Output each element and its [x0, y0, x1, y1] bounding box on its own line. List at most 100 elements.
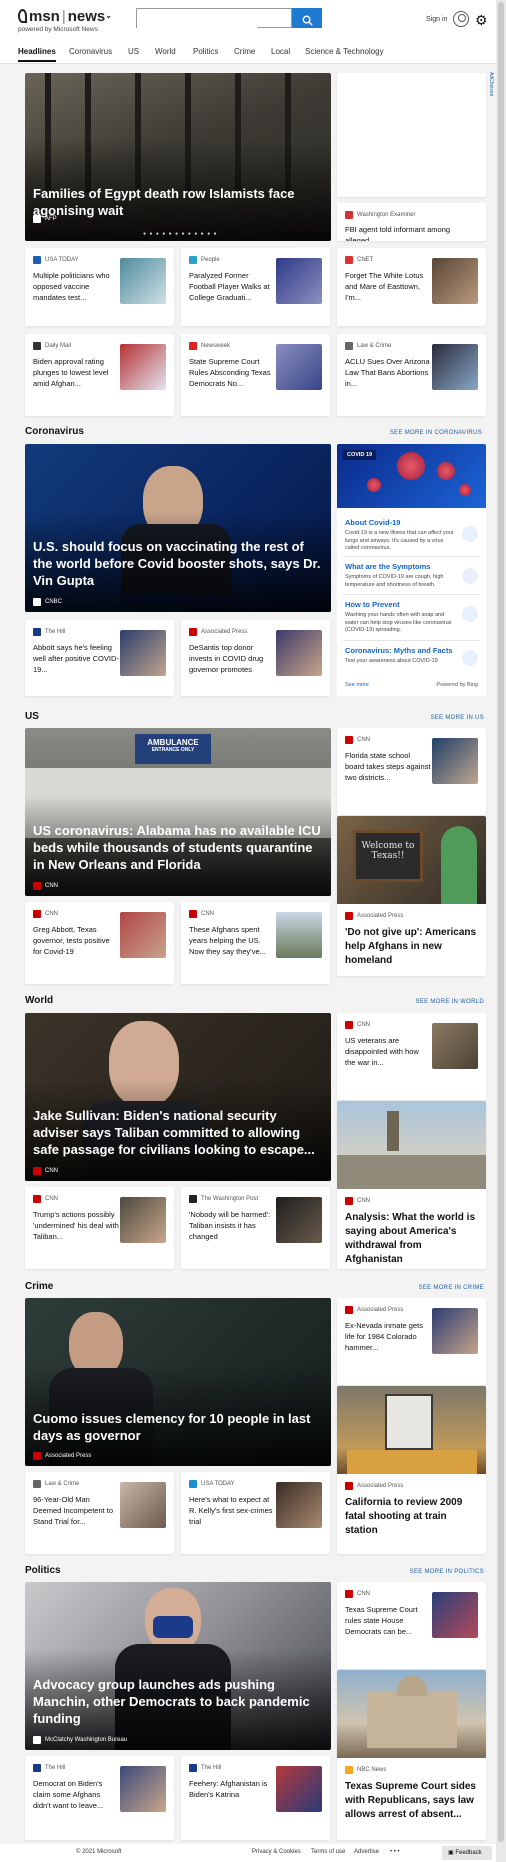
adchoices-label[interactable]: AdChoices — [488, 72, 494, 96]
hero-title[interactable]: Families of Egypt death row Islamists fa… — [33, 185, 321, 219]
section-title-coronavirus[interactable]: Coronavirus — [25, 426, 84, 437]
card-title[interactable]: Abbott says he's feeling well after posi… — [33, 642, 119, 675]
chevron-down-icon[interactable]: ⌄ — [105, 11, 112, 20]
advertise-link[interactable]: Advertise — [354, 1849, 379, 1855]
card-thumbnail[interactable] — [120, 1766, 166, 1812]
search-box[interactable] — [136, 8, 292, 28]
card-thumbnail[interactable] — [120, 258, 166, 304]
card-title[interactable]: Greg Abbott, Texas governor, tests posit… — [33, 924, 119, 957]
scrollbar[interactable] — [496, 0, 506, 1862]
tab-science-technology[interactable]: Science & Technology — [305, 47, 384, 56]
see-more-world[interactable]: SEE MORE IN WORLD — [416, 999, 484, 1005]
card-thumbnail[interactable] — [276, 1197, 322, 1243]
card-thumbnail[interactable] — [276, 912, 322, 958]
terms-link[interactable]: Terms of use — [311, 1849, 345, 1855]
tab-us[interactable]: US — [128, 47, 139, 56]
tall-news-card[interactable]: Welcome to Texas!! Associated Press 'Do … — [337, 816, 486, 976]
news-card[interactable]: CNN These Afghans spent years helping th… — [181, 902, 330, 984]
card-thumbnail[interactable] — [120, 630, 166, 676]
more-links-icon[interactable]: • • • — [390, 1849, 400, 1855]
covid-item-prevent[interactable]: How to Prevent Washing your hands often w… — [345, 600, 455, 635]
news-card[interactable]: People Paralyzed Former Football Player … — [181, 248, 330, 326]
news-card[interactable]: Associated Press DeSantis top donor inve… — [181, 620, 330, 696]
card-title[interactable]: These Afghans spent years helping the US… — [189, 924, 275, 957]
tab-headlines[interactable]: Headlines — [18, 47, 56, 62]
hero-title[interactable]: U.S. should focus on vaccinating the res… — [33, 538, 321, 589]
card-thumbnail[interactable] — [432, 1592, 478, 1638]
card-image[interactable] — [337, 1670, 486, 1758]
hero-coronavirus[interactable]: U.S. should focus on vaccinating the res… — [25, 444, 331, 612]
card-thumbnail[interactable] — [276, 258, 322, 304]
tab-coronavirus[interactable]: Coronavirus — [69, 47, 112, 56]
card-title[interactable]: Feehery: Afghanistan is Biden's Katrina — [189, 1778, 275, 1800]
card-title[interactable]: Paralyzed Former Football Player Walks a… — [189, 270, 275, 303]
card-thumbnail[interactable] — [276, 630, 322, 676]
news-card[interactable]: CNN US veterans are disappointed with ho… — [337, 1013, 486, 1100]
carousel-dots[interactable]: ● ● ● ● ● ● ● ● ● ● ● ● — [143, 231, 218, 237]
card-title[interactable]: Biden approval rating plunges to lowest … — [33, 356, 119, 389]
card-thumbnail[interactable] — [120, 1482, 166, 1528]
news-card[interactable]: The Hill Feehery: Afghanistan is Biden's… — [181, 1756, 330, 1840]
hero-us[interactable]: AMBULANCE ENTRANCE ONLY US coronavirus: A… — [25, 728, 331, 896]
card-title[interactable]: Forget The White Lotus and Mare of Eastt… — [345, 270, 431, 303]
side-card-headline[interactable]: Washington Examiner FBI agent told infor… — [337, 203, 486, 241]
card-thumbnail[interactable] — [432, 258, 478, 304]
sign-in-link[interactable]: Sign in — [426, 16, 447, 23]
hero-politics[interactable]: Advocacy group launches ads pushing Manc… — [25, 1582, 331, 1750]
card-title[interactable]: ACLU Sues Over Arizona Law That Bans Abo… — [345, 356, 431, 389]
card-title[interactable]: 'Do not give up': Americans help Afghans… — [345, 926, 478, 968]
feedback-button[interactable]: ▣ Feedback — [442, 1846, 492, 1860]
news-card[interactable]: CNN Greg Abbott, Texas governor, tests p… — [25, 902, 174, 984]
privacy-link[interactable]: Privacy & Cookies — [252, 1849, 301, 1855]
card-title[interactable]: US veterans are disappointed with how th… — [345, 1035, 431, 1068]
news-card[interactable]: CNN Texas Supreme Court rules state Hous… — [337, 1582, 486, 1669]
tab-crime[interactable]: Crime — [234, 47, 255, 56]
see-more-politics[interactable]: SEE MORE IN POLITICS — [410, 1569, 484, 1575]
hero-crime[interactable]: Cuomo issues clemency for 10 people in l… — [25, 1298, 331, 1466]
card-title[interactable]: Trump's actions possibly 'undermined' hi… — [33, 1209, 119, 1242]
news-card[interactable]: The Washington Post 'Nobody will be harm… — [181, 1187, 330, 1269]
news-card[interactable]: CNN Florida state school board takes ste… — [337, 728, 486, 815]
news-card[interactable]: USA TODAY Here's what to expect at R. Ke… — [181, 1472, 330, 1554]
news-card[interactable]: The Hill Abbott says he's feeling well a… — [25, 620, 174, 696]
covid-item-symptoms[interactable]: What are the Symptoms Symptoms of COVID-1… — [345, 562, 455, 589]
card-title[interactable]: Multiple politicians who opposed vaccine… — [33, 270, 119, 303]
hero-title[interactable]: Cuomo issues clemency for 10 people in l… — [33, 1410, 321, 1444]
news-card[interactable]: Daily Mail Biden approval rating plunges… — [25, 334, 174, 416]
card-title[interactable]: Texas Supreme Court sides with Republica… — [345, 1780, 478, 1822]
tall-news-card[interactable]: NBC News Texas Supreme Court sides with … — [337, 1670, 486, 1840]
card-thumbnail[interactable] — [432, 1308, 478, 1354]
news-card[interactable]: The Hill Democrat on Biden's claim some … — [25, 1756, 174, 1840]
avatar[interactable] — [453, 11, 469, 27]
hero-world[interactable]: Jake Sullivan: Biden's national security… — [25, 1013, 331, 1181]
see-more-crime[interactable]: SEE MORE IN CRIME — [419, 1285, 484, 1291]
tab-politics[interactable]: Politics — [193, 47, 218, 56]
scrollbar-thumb[interactable] — [498, 2, 504, 1842]
card-thumbnail[interactable] — [432, 344, 478, 390]
tab-world[interactable]: World — [155, 47, 176, 56]
card-title[interactable]: California to review 2009 fatal shooting… — [345, 1496, 478, 1538]
section-title-crime[interactable]: Crime — [25, 1281, 53, 1292]
search-input[interactable] — [137, 10, 257, 28]
news-card[interactable]: Law & Crime ACLU Sues Over Arizona Law T… — [337, 334, 486, 416]
card-thumbnail[interactable] — [276, 1766, 322, 1812]
section-title-us[interactable]: US — [25, 711, 39, 722]
card-thumbnail[interactable] — [432, 1023, 478, 1069]
card-image[interactable] — [337, 1386, 486, 1474]
card-title[interactable]: State Supreme Court Rules Absconding Tex… — [189, 356, 275, 389]
card-title[interactable]: Texas Supreme Court rules state House De… — [345, 1604, 431, 1637]
card-title[interactable]: FBI agent told informant among alleged..… — [345, 224, 480, 241]
tab-local[interactable]: Local — [271, 47, 290, 56]
msn-logo[interactable]: msn | news⌄ — [18, 8, 112, 25]
card-title[interactable]: Here's what to expect at R. Kelly's firs… — [189, 1494, 275, 1527]
card-title[interactable]: 'Nobody will be harmed': Taliban insists… — [189, 1209, 275, 1242]
card-title[interactable]: DeSantis top donor invests in COVID drug… — [189, 642, 275, 675]
news-card[interactable]: Newsweek State Supreme Court Rules Absco… — [181, 334, 330, 416]
card-title[interactable]: Analysis: What the world is saying about… — [345, 1211, 478, 1267]
card-thumbnail[interactable] — [120, 344, 166, 390]
card-thumbnail[interactable] — [120, 912, 166, 958]
card-thumbnail[interactable] — [432, 738, 478, 784]
section-title-world[interactable]: World — [25, 995, 53, 1006]
see-more-coronavirus[interactable]: SEE MORE IN CORONAVIRUS — [390, 430, 482, 436]
card-thumbnail[interactable] — [276, 344, 322, 390]
